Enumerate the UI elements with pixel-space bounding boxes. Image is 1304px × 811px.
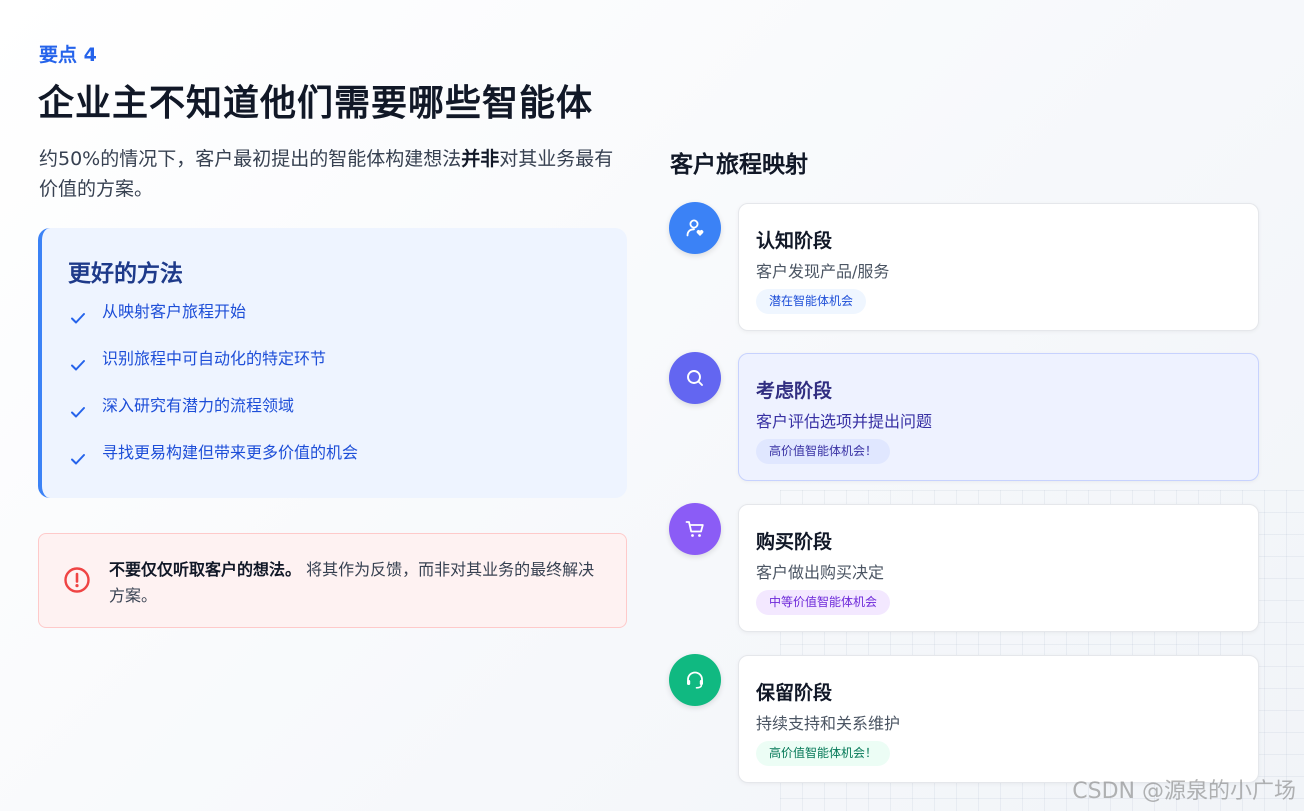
journey-title: 客户旅程映射 — [670, 152, 808, 178]
check-icon — [71, 313, 85, 324]
stage-desc: 客户做出购买决定 — [756, 563, 885, 582]
stage-icon-purchase — [669, 503, 721, 555]
point-kicker: 要点 4 — [39, 44, 97, 66]
stage-card-retention[interactable]: 保留阶段 持续支持和关系维护 高价值智能体机会！ — [738, 655, 1259, 783]
intro-before: 约50%的情况下，客户最初提出的智能体构建想法 — [39, 148, 462, 170]
watermark: CSDN @源泉的小广场 — [1072, 779, 1296, 804]
stage-name: 考虑阶段 — [756, 380, 833, 402]
opportunity-badge: 中等价值智能体机会 — [756, 590, 891, 615]
stage-desc: 客户评估选项并提出问题 — [756, 412, 933, 431]
method-item-text: 深入研究有潜力的流程领域 — [102, 396, 295, 415]
method-item-text: 识别旅程中可自动化的特定环节 — [102, 349, 327, 368]
check-icon — [71, 407, 85, 418]
opportunity-badge: 潜在智能体机会 — [756, 289, 867, 314]
better-method-box: 更好的方法 从映射客户旅程开始 识别旅程中可自动化的特定环节 深入研究有潜力的流… — [38, 228, 627, 498]
headset-icon — [687, 671, 703, 689]
opportunity-badge: 高价值智能体机会！ — [756, 741, 891, 766]
check-icon — [71, 360, 85, 371]
list-item: 深入研究有潜力的流程领域 — [68, 394, 358, 441]
stage-icon-awareness — [669, 202, 721, 254]
method-item-text: 寻找更易构建但带来更多价值的机会 — [102, 443, 359, 462]
stage-icon-retention — [669, 654, 721, 706]
warning-text: 不要仅仅听取客户的想法。 将其作为反馈，而非对其业务的最终解决方案。 — [109, 557, 609, 609]
stage-icon-consideration — [669, 352, 721, 404]
list-item: 从映射客户旅程开始 — [68, 300, 358, 347]
list-item: 识别旅程中可自动化的特定环节 — [68, 347, 358, 394]
stage-name: 购买阶段 — [756, 531, 833, 553]
method-item-text: 从映射客户旅程开始 — [102, 302, 247, 321]
warning-bold: 不要仅仅听取客户的想法。 — [109, 560, 302, 579]
better-method-title: 更好的方法 — [68, 261, 183, 287]
cart-icon — [685, 521, 704, 537]
stage-card-awareness[interactable]: 认知阶段 客户发现产品/服务 潜在智能体机会 — [738, 203, 1259, 331]
stage-desc: 客户发现产品/服务 — [756, 262, 890, 281]
search-icon — [687, 370, 703, 386]
stage-name: 认知阶段 — [756, 230, 833, 252]
warning-box: 不要仅仅听取客户的想法。 将其作为反馈，而非对其业务的最终解决方案。 — [38, 533, 627, 628]
stage-card-purchase[interactable]: 购买阶段 客户做出购买决定 中等价值智能体机会 — [738, 504, 1259, 632]
check-icon — [71, 454, 85, 465]
page-title: 企业主不知道他们需要哪些智能体 — [38, 83, 594, 124]
opportunity-badge: 高价值智能体机会！ — [756, 439, 891, 464]
user-heart-icon — [686, 219, 704, 237]
alert-circle-icon — [64, 567, 90, 593]
better-method-list: 从映射客户旅程开始 识别旅程中可自动化的特定环节 深入研究有潜力的流程领域 寻找… — [68, 300, 358, 488]
stage-name: 保留阶段 — [756, 682, 833, 704]
list-item: 寻找更易构建但带来更多价值的机会 — [68, 441, 358, 488]
stage-card-consideration[interactable]: 考虑阶段 客户评估选项并提出问题 高价值智能体机会！ — [738, 353, 1259, 481]
intro-emphasis: 并非 — [461, 148, 500, 170]
intro-paragraph: 约50%的情况下，客户最初提出的智能体构建想法并非对其业务最有价值的方案。 — [39, 144, 629, 204]
stage-desc: 持续支持和关系维护 — [756, 714, 901, 733]
